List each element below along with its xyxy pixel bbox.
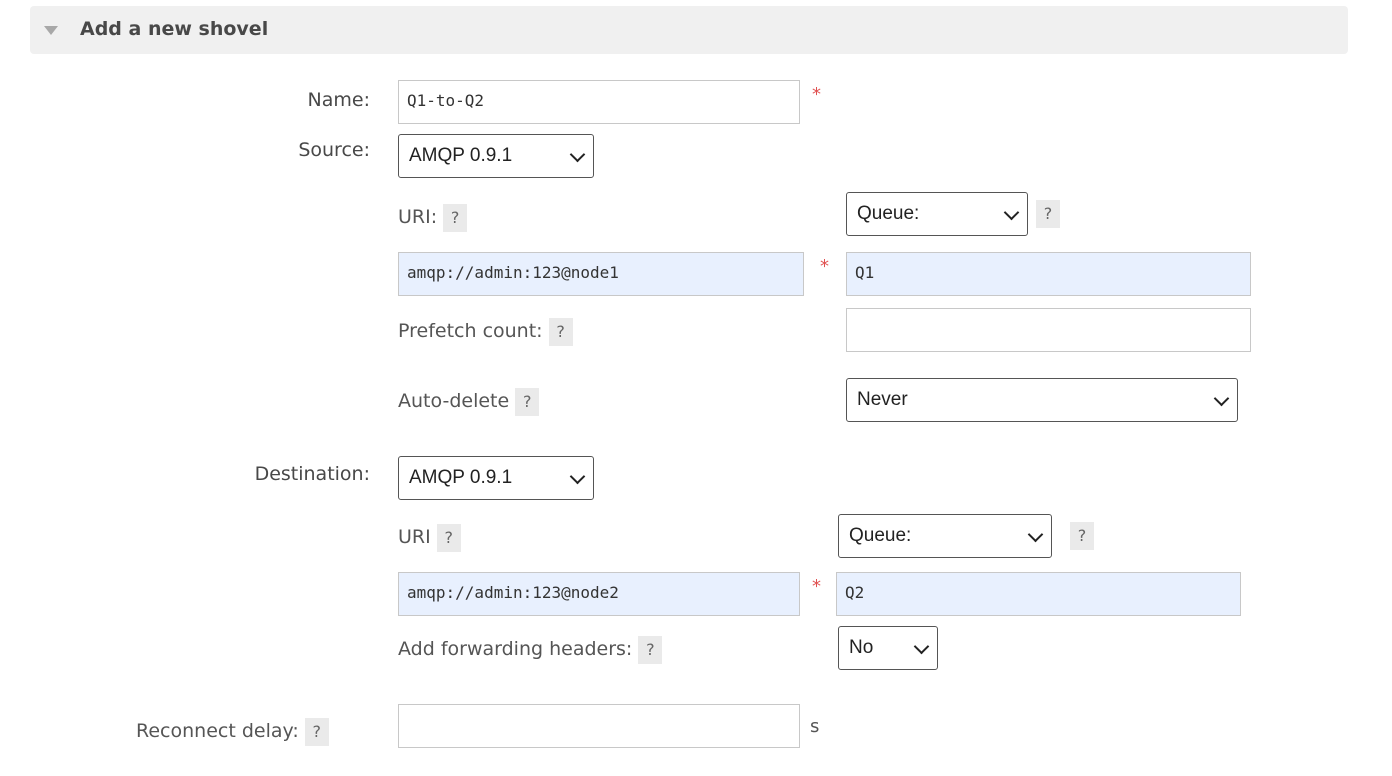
source-type-value: Queue: [857, 203, 920, 224]
source-type-help-icon[interactable]: ? [1036, 200, 1060, 228]
chevron-down-icon [1027, 526, 1044, 543]
destination-uri-required-mark: * [812, 576, 821, 597]
chevron-down-icon [569, 146, 586, 163]
source-type-select[interactable]: Queue: [846, 192, 1028, 236]
autodelete-select[interactable]: Never [846, 378, 1238, 422]
destination-uri-label: URI [398, 526, 431, 548]
collapse-triangle-icon[interactable] [44, 26, 58, 35]
prefetch-label-row: Prefetch count:? [398, 316, 573, 346]
chevron-down-icon [913, 638, 930, 655]
reconnect-input[interactable] [398, 704, 800, 748]
reconnect-unit: s [810, 716, 820, 737]
fwd-headers-help-icon[interactable]: ? [638, 635, 663, 664]
autodelete-label: Auto-delete [398, 390, 510, 412]
fwd-headers-select[interactable]: No [838, 626, 938, 670]
destination-type-select[interactable]: Queue: [838, 514, 1052, 558]
chevron-down-icon [569, 468, 586, 485]
autodelete-label-row: Auto-delete? [398, 386, 540, 416]
reconnect-label-row: Reconnect delay:? [136, 716, 329, 746]
source-protocol-value: AMQP 0.9.1 [409, 145, 513, 166]
source-uri-label-row: URI:? [398, 202, 468, 232]
prefetch-input[interactable] [846, 308, 1251, 352]
source-label: Source: [298, 139, 370, 161]
destination-queue-input[interactable]: Q2 [836, 572, 1241, 616]
source-uri-required-mark: * [820, 256, 829, 277]
prefetch-help-icon[interactable]: ? [548, 317, 573, 346]
name-label: Name: [307, 89, 370, 111]
source-protocol-select[interactable]: AMQP 0.9.1 [398, 134, 594, 178]
destination-label: Destination: [254, 463, 370, 485]
source-queue-input[interactable]: Q1 [846, 252, 1251, 296]
source-uri-label: URI: [398, 206, 438, 228]
autodelete-value: Never [857, 389, 908, 410]
source-uri-help-icon[interactable]: ? [443, 203, 468, 232]
prefetch-label: Prefetch count: [398, 320, 543, 342]
chevron-down-icon [1213, 390, 1230, 407]
destination-protocol-select[interactable]: AMQP 0.9.1 [398, 456, 594, 500]
section-title: Add a new shovel [80, 18, 269, 40]
fwd-headers-label-row: Add forwarding headers:? [398, 634, 663, 664]
section-header[interactable]: Add a new shovel [30, 6, 1348, 54]
destination-type-help-icon[interactable]: ? [1070, 522, 1094, 550]
reconnect-label: Reconnect delay: [136, 720, 299, 742]
name-required-mark: * [812, 84, 821, 105]
fwd-headers-value: No [849, 637, 874, 658]
autodelete-help-icon[interactable]: ? [515, 387, 540, 416]
chevron-down-icon [1003, 204, 1020, 221]
name-input[interactable]: Q1-to-Q2 [398, 80, 800, 124]
destination-uri-label-row: URI? [398, 522, 461, 552]
destination-type-value: Queue: [849, 525, 912, 546]
destination-uri-help-icon[interactable]: ? [436, 523, 461, 552]
destination-uri-input[interactable]: amqp://admin:123@node2 [398, 572, 800, 616]
destination-protocol-value: AMQP 0.9.1 [409, 467, 513, 488]
reconnect-help-icon[interactable]: ? [304, 717, 329, 746]
source-uri-input[interactable]: amqp://admin:123@node1 [398, 252, 804, 296]
fwd-headers-label: Add forwarding headers: [398, 638, 633, 660]
